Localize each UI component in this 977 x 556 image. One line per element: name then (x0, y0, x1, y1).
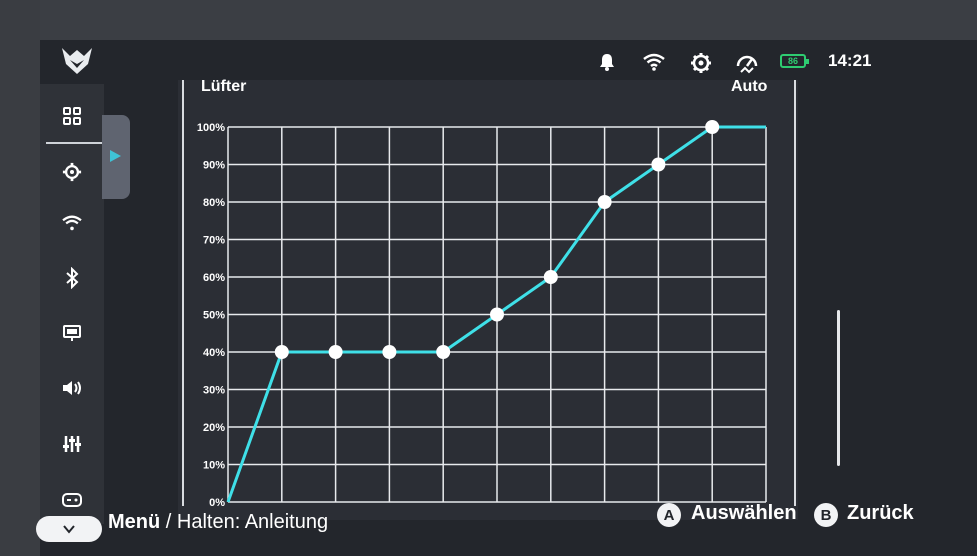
y-tick-label: 70% (203, 235, 225, 247)
sidebar-item-bluetooth[interactable] (52, 262, 92, 294)
performance-icon[interactable] (735, 52, 758, 74)
y-tick-label: 30% (203, 385, 225, 397)
device-bezel-left (0, 0, 40, 556)
sidebar-item-wifi[interactable] (52, 207, 92, 239)
curve-point[interactable] (705, 120, 720, 134)
curve-point[interactable] (436, 345, 451, 359)
sidebar-item-settings[interactable] (52, 156, 92, 188)
select-action-label: Auswählen (691, 502, 797, 524)
fan-mode-value[interactable]: Auto (731, 78, 767, 96)
y-tick-label: 80% (203, 197, 225, 209)
y-tick-label: 0% (209, 497, 225, 506)
curve-point[interactable] (328, 345, 343, 359)
curve-point[interactable] (651, 157, 666, 172)
menu-label: Menü (108, 511, 161, 533)
gear-icon (62, 162, 82, 182)
sidebar-item-apps[interactable] (52, 100, 92, 132)
scrollbar[interactable] (837, 310, 840, 466)
fan-curve-chart[interactable]: 0% 10% 20% 30% 40% 50% 60% 70% 80% 90% 100% (178, 100, 788, 506)
play-arrow-icon (110, 150, 121, 162)
chevron-down-icon (63, 525, 75, 534)
wifi-icon[interactable] (643, 52, 665, 72)
panel-title: Lüfter (201, 78, 247, 95)
curve-point[interactable] (274, 345, 289, 359)
y-tick-label: 90% (203, 160, 225, 172)
a-button-icon[interactable]: A (657, 503, 681, 527)
b-button-icon[interactable]: B (814, 503, 838, 527)
display-icon (63, 325, 81, 341)
curve-point[interactable] (543, 270, 558, 284)
sidebar-divider (46, 142, 104, 144)
y-tick-label: 40% (203, 347, 225, 359)
y-tick-label: 20% (203, 422, 225, 434)
sidebar-item-controls[interactable] (52, 428, 92, 460)
sidebar-item-display[interactable] (52, 317, 92, 349)
sidebar-item-controller[interactable] (52, 484, 92, 516)
curve-point[interactable] (490, 307, 504, 322)
menu-button[interactable] (36, 516, 102, 542)
y-tick-label: 50% (203, 310, 225, 322)
y-tick-label: 60% (203, 272, 225, 284)
curve-point[interactable] (382, 345, 397, 359)
panel-border-right (794, 80, 796, 506)
volume-icon (63, 381, 81, 395)
menu-hint-text: / Halten: Anleitung (160, 511, 329, 533)
apps-grid-icon (63, 107, 81, 125)
wifi-icon (62, 215, 82, 231)
bell-icon[interactable] (597, 52, 619, 72)
battery-icon: 86 (780, 54, 809, 68)
gear-icon[interactable] (690, 52, 712, 73)
controller-icon (62, 493, 82, 507)
back-action-label: Zurück (847, 502, 914, 524)
y-tick-label: 100% (197, 122, 225, 134)
bluetooth-icon (66, 267, 79, 289)
sidebar-item-sound[interactable] (52, 372, 92, 404)
y-tick-label: 10% (203, 460, 225, 472)
brand-logo (62, 48, 92, 74)
menu-hint: Menü / Halten: Anleitung (108, 511, 328, 534)
equalizer-icon (63, 436, 81, 452)
curve-point[interactable] (597, 195, 612, 209)
clock: 14:21 (828, 51, 872, 70)
device-bezel-top (0, 0, 977, 40)
